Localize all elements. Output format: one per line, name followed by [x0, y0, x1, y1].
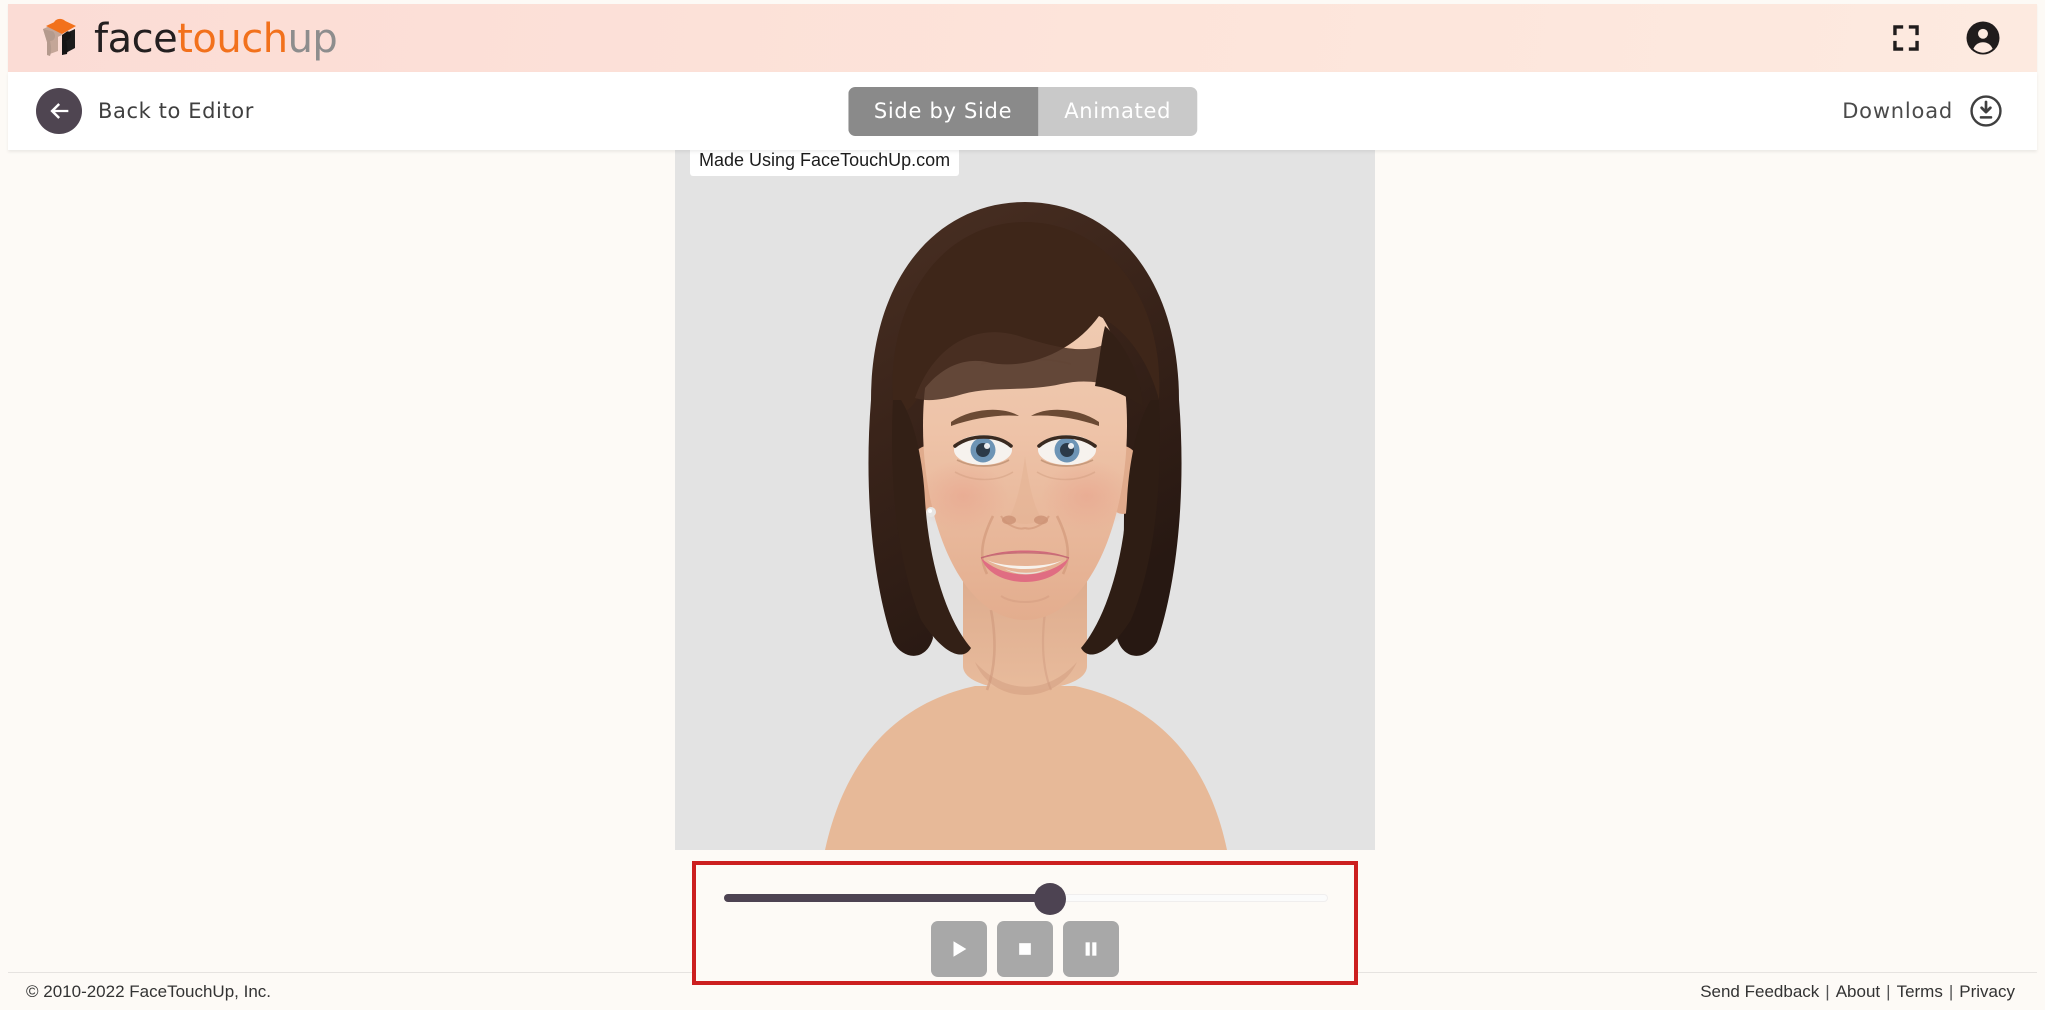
footer-separator-1: |	[1825, 981, 1830, 1001]
animated-preview-frame[interactable]: Made Using FaceTouchUp.com	[675, 150, 1375, 850]
account-circle-icon[interactable]	[1965, 20, 2001, 56]
download-circle-icon	[1970, 95, 2002, 127]
view-toolbar: Back to Editor Side by Side Animated Dow…	[8, 72, 2037, 150]
back-to-editor-label: Back to Editor	[98, 99, 254, 123]
app-root: facetouchup Back to Editor Side by Side …	[0, 0, 2045, 1010]
brand-part-face: face	[94, 16, 178, 62]
download-label: Download	[1842, 99, 1953, 123]
link-privacy[interactable]: Privacy	[1959, 982, 2015, 1002]
brand-part-up: up	[287, 16, 338, 62]
fullscreen-icon[interactable]	[1889, 21, 1923, 55]
link-send-feedback[interactable]: Send Feedback	[1700, 982, 1819, 1002]
app-header: facetouchup	[8, 4, 2037, 72]
animation-player-controls	[692, 861, 1358, 985]
brand-wordmark: facetouchup	[94, 16, 338, 62]
pause-button[interactable]	[1063, 921, 1119, 977]
footer-links: Send Feedback | About | Terms | Privacy	[1700, 982, 2015, 1002]
footer-separator-2: |	[1886, 981, 1891, 1001]
play-button[interactable]	[931, 921, 987, 977]
playback-slider[interactable]	[724, 883, 1328, 915]
link-about[interactable]: About	[1836, 982, 1880, 1002]
portrait-image	[675, 150, 1375, 850]
pause-icon	[1085, 942, 1097, 956]
slider-thumb[interactable]	[1034, 883, 1066, 915]
stop-icon	[1019, 943, 1031, 955]
copyright-text: © 2010-2022 FaceTouchUp, Inc.	[26, 981, 272, 1001]
brand-part-touch: touch	[177, 16, 288, 62]
back-to-editor-button[interactable]: Back to Editor	[36, 88, 254, 134]
transport-button-row	[696, 921, 1354, 977]
footer-separator-3: |	[1948, 981, 1954, 1001]
stop-button[interactable]	[997, 921, 1053, 977]
brand-logo-group[interactable]: facetouchup	[38, 15, 338, 62]
watermark-label: Made Using FaceTouchUp.com	[690, 150, 960, 176]
preview-stage: Made Using FaceTouchUp.com	[8, 150, 2037, 985]
slider-fill	[724, 894, 1050, 902]
view-mode-toggle: Side by Side Animated	[847, 86, 1198, 136]
play-icon	[953, 941, 967, 957]
tab-animated[interactable]: Animated	[1038, 86, 1198, 136]
tab-side-by-side[interactable]: Side by Side	[847, 86, 1039, 136]
link-terms[interactable]: Terms	[1897, 982, 1943, 1002]
cube-logo-icon	[43, 18, 76, 56]
download-button[interactable]: Download	[1842, 94, 2003, 128]
arrow-left-circle-icon	[36, 88, 82, 134]
header-icon-group	[1889, 20, 2001, 56]
